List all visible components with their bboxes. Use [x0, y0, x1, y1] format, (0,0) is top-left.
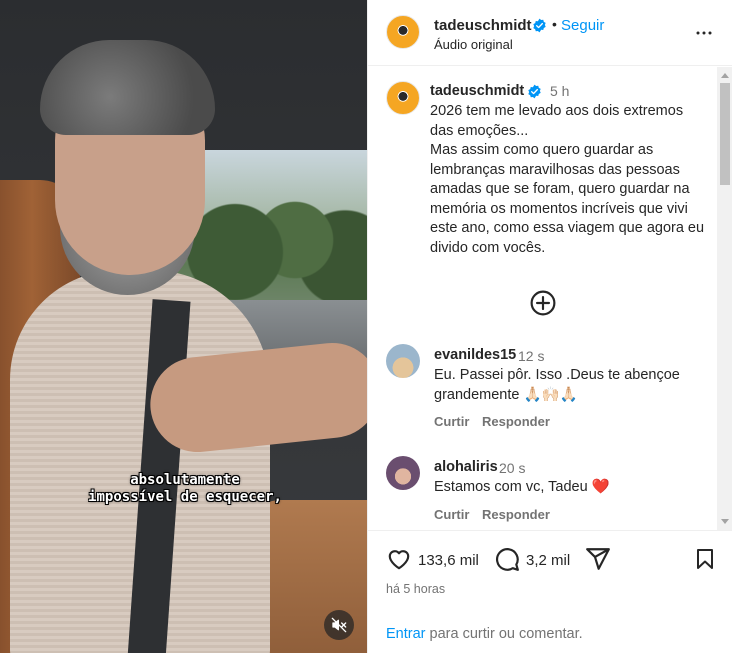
audio-link[interactable]: Áudio original [434, 37, 513, 52]
caption-avatar[interactable] [386, 81, 420, 115]
subtitle-line: impossível de esquecer, [88, 489, 282, 505]
mute-button[interactable] [324, 610, 354, 640]
likes-count: 133,6 mil [418, 552, 479, 569]
comment-like-button[interactable]: Curtir [434, 507, 469, 522]
scrollbar-thumb[interactable] [720, 83, 730, 185]
comment-username[interactable]: evanildes15 [434, 347, 516, 363]
person-hair [40, 40, 215, 135]
comment-reply-button[interactable]: Responder [482, 507, 550, 522]
scrollbar[interactable] [717, 67, 732, 530]
plus-circle-icon[interactable] [530, 290, 556, 316]
share-icon[interactable] [585, 546, 611, 572]
login-prompt-text: para curtir ou comentar. [425, 626, 583, 642]
caption-text: 2026 tem me levado aos dois extremos das… [430, 103, 705, 256]
post-panel: tadeuschmidt • Seguir Áudio original tad… [367, 0, 732, 653]
follow-button[interactable]: Seguir [561, 17, 604, 34]
separator-dot: • [552, 16, 557, 32]
comment-like-button[interactable]: Curtir [434, 414, 469, 429]
comment-avatar[interactable] [386, 456, 420, 490]
heart-icon[interactable] [386, 546, 412, 572]
verified-badge-icon [533, 18, 546, 33]
comment-icon[interactable] [494, 546, 520, 572]
login-prompt: Entrar para curtir ou comentar. [386, 626, 583, 642]
comment-time: 12 s [518, 348, 545, 364]
author-avatar[interactable] [386, 15, 420, 49]
caption-time: 5 h [550, 83, 570, 99]
more-horizontal-icon[interactable] [695, 24, 713, 42]
author-username[interactable]: tadeuschmidt [434, 17, 532, 34]
comment-time: 20 s [499, 460, 526, 476]
verified-badge-icon [528, 84, 541, 99]
scroll-down-arrow-icon[interactable] [721, 519, 729, 524]
comment-text: Estamos com vc, Tadeu ❤️ [434, 479, 610, 495]
scroll-up-arrow-icon[interactable] [721, 73, 729, 78]
comment-username[interactable]: alohaliris [434, 459, 498, 475]
post-date: há 5 horas [386, 582, 446, 596]
comment-text: Eu. Passei pôr. Isso .Deus te abençoe gr… [434, 365, 694, 405]
post-actions: 133,6 mil 3,2 mil há 5 horas Entrar para… [368, 530, 732, 653]
comments-scroll-area[interactable]: tadeuschmidt 5 h 2026 tem me levado aos … [368, 67, 732, 530]
subtitle-line: absolutamente [130, 472, 240, 488]
comments-count: 3,2 mil [526, 552, 571, 569]
post-header: tadeuschmidt • Seguir Áudio original [368, 0, 732, 66]
reel-video[interactable]: absolutamente impossível de esquecer, [0, 0, 367, 653]
speaker-muted-icon [331, 617, 347, 633]
login-link[interactable]: Entrar [386, 626, 426, 642]
comment-reply-button[interactable]: Responder [482, 414, 550, 429]
caption-username[interactable]: tadeuschmidt [430, 83, 524, 99]
video-subtitle: absolutamente impossível de esquecer, [60, 472, 310, 506]
bookmark-icon[interactable] [693, 546, 717, 572]
comment-text-line: Eu. Passei pôr. Isso .Deus te abençoe [434, 367, 680, 383]
comment-text-line: grandemente 🙏🏻🙌🏻🙏🏻 [434, 387, 578, 403]
comment-avatar[interactable] [386, 344, 420, 378]
